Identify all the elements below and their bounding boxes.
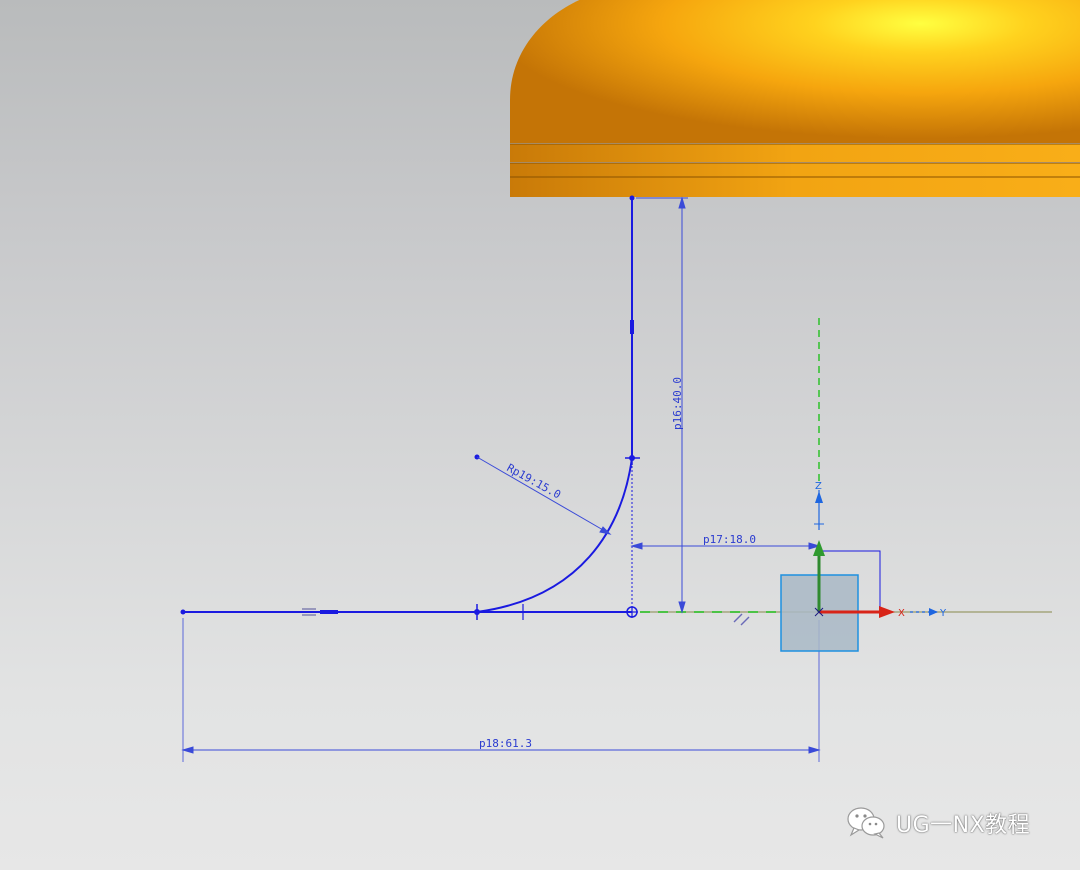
wechat-icon: [847, 807, 885, 839]
csys-triad[interactable]: Z X Y: [780, 481, 947, 652]
part-ring-2: [510, 163, 1080, 177]
sketch-curves[interactable]: [183, 198, 633, 613]
sketch-start-point: [180, 609, 186, 615]
dimension-p18-label[interactable]: p18:61.3: [479, 737, 532, 750]
z-axis-label: Z: [815, 481, 822, 492]
watermark-text: UG一NX教程: [896, 813, 1031, 838]
sketch-canvas[interactable]: p16:40.0 Rp19:15.0 p17:18.0 p18:61.3 Z X…: [0, 0, 1080, 870]
part-body[interactable]: [510, 0, 1080, 197]
dimension-p18[interactable]: p18:61.3: [181, 618, 821, 762]
constraint-markers: [180, 195, 750, 626]
dimension-radius[interactable]: Rp19:15.0: [476, 456, 612, 535]
x-axis-label: X: [898, 608, 905, 619]
fillet-arc[interactable]: [476, 457, 633, 613]
dimension-p17-label[interactable]: p17:18.0: [703, 533, 756, 546]
part-ring-1: [510, 144, 1080, 162]
sketch-end-point: [629, 195, 635, 201]
part-ring-3: [510, 177, 1080, 197]
graphics-viewport[interactable]: p16:40.0 Rp19:15.0 p17:18.0 p18:61.3 Z X…: [0, 0, 1080, 870]
dimension-p17[interactable]: p17:18.0: [630, 533, 821, 550]
y-axis-label: Y: [939, 608, 947, 619]
dimension-radius-label[interactable]: Rp19:15.0: [505, 461, 563, 501]
dimension-p16-label[interactable]: p16:40.0: [671, 377, 684, 430]
watermark: UG一NX教程: [846, 806, 1030, 840]
dome-surface: [510, 0, 1080, 143]
dimension-p16[interactable]: p16:40.0: [636, 196, 688, 614]
